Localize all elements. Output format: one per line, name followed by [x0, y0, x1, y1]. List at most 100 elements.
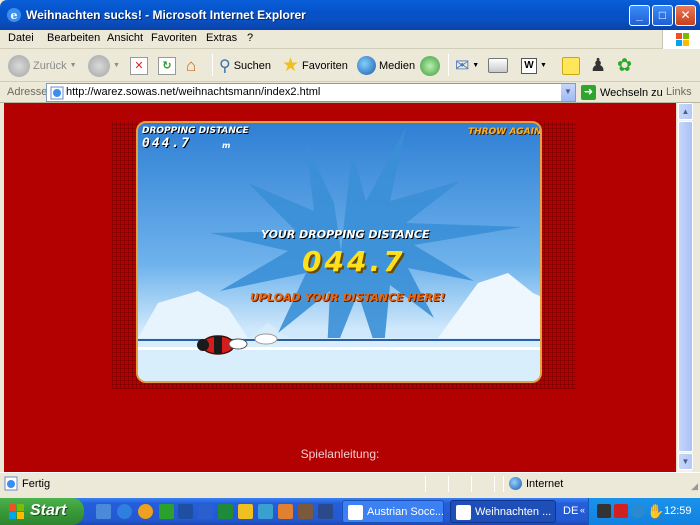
page-content: DROPPING DISTANCE 044.7 m THROW AGAIN YO… [4, 103, 676, 472]
menu-datei[interactable]: Datei [8, 32, 34, 44]
internet-explorer-icon: e [7, 8, 21, 22]
quicklaunch-desktop-icon[interactable] [96, 504, 111, 519]
chevron-down-icon: ▼ [69, 62, 77, 69]
ie-task-icon [456, 505, 471, 520]
toolbar-separator [448, 54, 449, 76]
mail-icon: ✉ [455, 55, 470, 75]
close-button[interactable]: ✕ [675, 5, 696, 26]
history-icon [420, 55, 440, 76]
quicklaunch-runner-icon[interactable] [238, 504, 253, 519]
media-button[interactable]: Medien [357, 53, 415, 78]
tray-red-icon[interactable] [614, 504, 628, 518]
refresh-button[interactable]: ↻ [158, 53, 176, 78]
star-icon: ★ [282, 55, 300, 76]
messenger-button[interactable]: ♟ [590, 53, 606, 78]
task-label: Weihnachten ... [475, 506, 552, 518]
task-austrian-soccer[interactable]: Austrian Socc... [342, 500, 444, 523]
go-button[interactable]: ➜ Wechseln zu [581, 85, 663, 100]
minimize-button[interactable]: _ [629, 5, 650, 26]
quicklaunch-folder-icon[interactable] [278, 504, 293, 519]
note-icon [562, 56, 580, 75]
dropping-distance-value: 044.7 [142, 136, 192, 151]
throw-again-button[interactable]: THROW AGAIN [468, 127, 540, 137]
status-divider [448, 476, 449, 492]
address-input[interactable]: http://warez.sowas.net/weihnachtsmann/in… [46, 83, 576, 102]
back-label: Zurück [33, 59, 67, 72]
title-bar[interactable]: e Weihnachten sucks! - Microsoft Interne… [0, 0, 700, 30]
chevron-down-icon: ▼ [472, 62, 480, 69]
toolbar-separator [212, 54, 213, 76]
chevron-down-icon: ▼ [540, 62, 547, 69]
menu-extras[interactable]: Extras [206, 32, 237, 44]
status-text: Fertig [22, 478, 51, 490]
print-button[interactable] [488, 53, 508, 78]
globe-icon [509, 477, 522, 490]
favorites-button[interactable]: ★ Favoriten [282, 53, 348, 78]
quicklaunch-lite-icon[interactable] [159, 504, 174, 519]
page-icon [50, 86, 64, 100]
hand-icon[interactable]: ✋ [647, 503, 664, 520]
vertical-scrollbar[interactable]: ▲ ▼ [676, 103, 693, 472]
address-url: http://warez.sowas.net/weihnachtsmann/in… [66, 86, 321, 98]
quicklaunch-ie-icon[interactable] [117, 504, 132, 519]
quicklaunch-winamp-icon[interactable] [178, 504, 193, 519]
quicklaunch-pen-icon[interactable] [298, 504, 313, 519]
dropping-distance-label: DROPPING DISTANCE [142, 126, 249, 136]
dropping-distance-unit: m [222, 141, 231, 150]
language-indicator[interactable]: DE [563, 505, 578, 517]
your-distance-label: YOUR DROPPING DISTANCE [261, 228, 430, 241]
menu-favoriten[interactable]: Favoriten [151, 32, 197, 44]
task-weihnachten[interactable]: Weihnachten ... [450, 500, 556, 523]
back-button[interactable]: Zurück ▼ [8, 53, 77, 78]
history-button[interactable] [420, 53, 440, 78]
upload-distance-link[interactable]: UPLOAD YOUR DISTANCE HERE! [250, 291, 445, 304]
status-divider [425, 476, 426, 492]
scroll-thumb[interactable] [678, 121, 693, 452]
scroll-down-button[interactable]: ▼ [678, 453, 693, 470]
search-button[interactable]: ⚲ Suchen [219, 53, 271, 78]
discuss-button[interactable] [562, 53, 580, 78]
address-label: Adresse [7, 86, 48, 98]
windows-logo-icon [662, 30, 700, 49]
word-icon: W [521, 57, 537, 74]
game-instructions-heading: Spielanleitung: [300, 447, 380, 461]
start-button[interactable]: Start [0, 498, 84, 525]
your-distance-value: 044.7 [302, 245, 406, 278]
game-frame[interactable]: DROPPING DISTANCE 044.7 m THROW AGAIN YO… [136, 121, 542, 383]
go-arrow-icon: ➜ [581, 85, 596, 100]
address-dropdown-button[interactable]: ▼ [560, 84, 575, 101]
status-divider [471, 476, 472, 492]
quicklaunch-media-icon[interactable] [138, 504, 153, 519]
status-divider [503, 476, 504, 492]
menu-ansicht[interactable]: Ansicht [107, 32, 143, 44]
quicklaunch-tool-icon[interactable] [258, 504, 273, 519]
quicklaunch-word-icon[interactable] [198, 504, 213, 519]
menu-bearbeiten[interactable]: Bearbeiten [47, 32, 100, 44]
clock[interactable]: 12:59 [664, 505, 692, 517]
forward-button[interactable]: ▼ [88, 53, 120, 78]
chevron-left-icon[interactable]: « [580, 505, 585, 515]
stop-icon: ✕ [130, 56, 148, 75]
quicklaunch-excel-icon[interactable] [218, 504, 233, 519]
media-label: Medien [379, 59, 416, 72]
maximize-button[interactable]: □ [652, 5, 673, 26]
chevron-down-icon: ▼ [113, 62, 120, 69]
back-arrow-icon [8, 54, 30, 77]
links-button[interactable]: Links [666, 86, 692, 98]
favorites-label: Favoriten [302, 59, 348, 72]
icq-button[interactable]: ✿ [617, 53, 632, 78]
menu-bar: Datei Bearbeiten Ansicht Favoriten Extra… [0, 30, 700, 49]
scroll-up-button[interactable]: ▲ [678, 103, 693, 120]
mail-button[interactable]: ✉ ▼ [455, 53, 479, 78]
ie-task-icon [348, 505, 363, 520]
stop-button[interactable]: ✕ [130, 53, 148, 78]
standard-toolbar: Zurück ▼ ▼ ✕ ↻ ⌂ ⚲ Suchen ★ Favoriten Me… [0, 49, 700, 82]
quicklaunch-tv-icon[interactable] [318, 504, 333, 519]
status-divider [494, 476, 495, 492]
home-button[interactable]: ⌂ [186, 53, 206, 78]
tray-network-icon[interactable] [631, 504, 645, 518]
edit-button[interactable]: W ▼ [521, 53, 547, 78]
icq-flower-icon: ✿ [617, 55, 633, 75]
tray-app-icon[interactable] [597, 504, 611, 518]
menu-help[interactable]: ? [247, 32, 253, 44]
